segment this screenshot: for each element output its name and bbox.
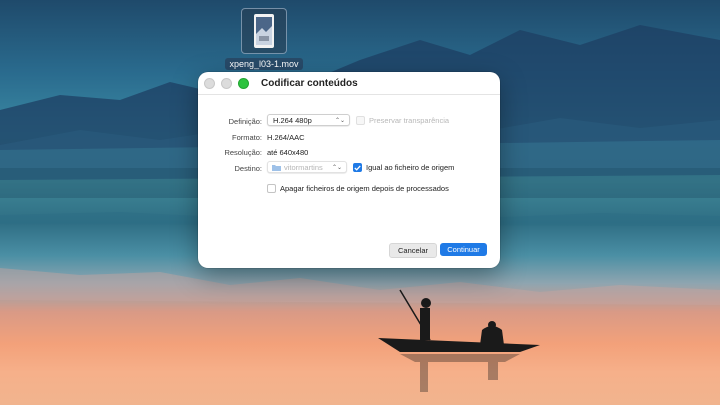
resolution-value: até 640x480 — [267, 148, 309, 157]
setting-label: Definição: — [228, 117, 262, 126]
title-bar: Codificar conteúdos — [198, 72, 500, 95]
preserve-transparency-row[interactable]: Preservar transparência — [356, 116, 449, 125]
video-thumbnail-icon[interactable] — [241, 8, 287, 54]
cancel-button[interactable]: Cancelar — [389, 243, 437, 258]
file-name-label[interactable]: xpeng_l03-1.mov — [225, 58, 303, 70]
desktop-file[interactable]: xpeng_l03-1.mov — [225, 8, 303, 70]
close-button[interactable] — [204, 77, 215, 89]
same-as-source-label: Igual ao ficheiro de origem — [366, 163, 455, 172]
dialog-title: Codificar conteúdos — [261, 77, 358, 89]
delete-sources-checkbox[interactable] — [267, 184, 276, 193]
same-as-source-checkbox[interactable] — [353, 163, 362, 172]
updown-chevron-icon: ⌃⌄ — [334, 117, 345, 124]
preserve-transparency-checkbox[interactable] — [356, 116, 365, 125]
encode-dialog: Codificar conteúdos Definição: H.264 480… — [198, 72, 500, 268]
folder-icon — [272, 164, 281, 171]
minimize-button[interactable] — [221, 77, 232, 89]
same-as-source-row[interactable]: Igual ao ficheiro de origem — [353, 163, 454, 172]
destination-label: Destino: — [234, 164, 262, 173]
checkmark-icon — [354, 164, 361, 171]
destination-value: vitormartins — [284, 162, 323, 172]
setting-popup[interactable]: H.264 480p ⌃⌄ — [267, 114, 350, 126]
continue-button[interactable]: Continuar — [440, 243, 487, 256]
zoom-button[interactable] — [238, 77, 249, 89]
updown-chevron-icon: ⌃⌄ — [331, 164, 342, 171]
format-label: Formato: — [231, 133, 262, 142]
delete-sources-row[interactable]: Apagar ficheiros de origem depois de pro… — [267, 184, 449, 193]
resolution-label: Resolução: — [224, 148, 262, 157]
delete-sources-label: Apagar ficheiros de origem depois de pro… — [280, 184, 449, 193]
format-value: H.264/AAC — [267, 133, 305, 142]
setting-value: H.264 480p — [273, 115, 312, 125]
preserve-transparency-label: Preservar transparência — [369, 116, 450, 125]
destination-popup[interactable]: vitormartins ⌃⌄ — [267, 161, 347, 173]
